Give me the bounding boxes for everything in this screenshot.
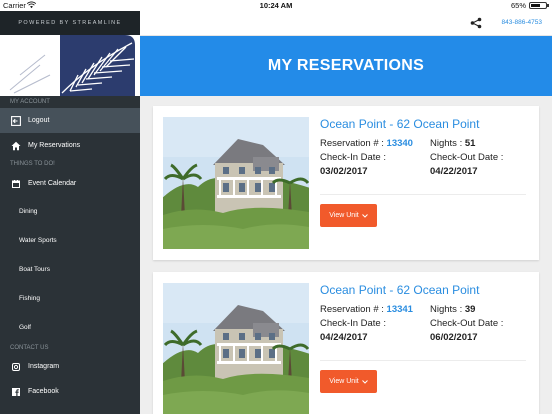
checkout-date: 06/02/2017 [430,332,478,343]
checkin-date: 04/24/2017 [320,332,368,343]
sidebar-item-boat-tours[interactable]: Boat Tours [0,255,140,284]
sidebar-item-label: Dining [19,208,38,215]
chevron-down-icon [361,379,368,384]
sidebar-item-label: Logout [28,117,50,124]
reservation-card: Ocean Point - 62 Ocean Point Reservation… [153,272,539,414]
sidebar-item-label: Facebook [28,388,59,395]
section-contact-us: CONTACT US [10,345,49,351]
property-title[interactable]: Ocean Point - 62 Ocean Point [320,283,526,297]
reservation-field: Reservation # : 13340 [320,137,430,151]
reservation-number-label: Reservation # : [320,138,384,149]
sidebar-item-my-reservations[interactable]: My Reservations [0,133,140,158]
sidebar-item-event-calendar[interactable]: Event Calendar [0,170,140,197]
powered-by-banner: POWERED BY STREAMLINE [0,11,140,35]
nights-field: Nights : 51 [430,137,475,151]
nights-field: Nights : 39 [430,303,475,317]
sidebar-item-label: Instagram [28,363,60,370]
sidebar-item-label: Boat Tours [19,266,50,273]
date-values-row: 03/02/2017 04/22/2017 [320,165,526,179]
nights-label: Nights : [430,138,463,149]
reservation-info: Ocean Point - 62 Ocean Point Reservation… [320,117,526,179]
reservation-row: Reservation # : 13340 Nights : 51 [320,137,526,151]
reservation-number-label: Reservation # : [320,304,384,315]
checkout-label: Check-Out Date : [430,318,504,329]
sidebar: POWERED BY STREAMLINE MY ACCOUNT Logout [0,11,140,414]
reservation-number: 13340 [386,138,413,149]
sidebar-item-dining[interactable]: Dining [0,197,140,226]
view-unit-button[interactable]: View Unit [320,370,377,393]
checkin-label: Check-In Date : [320,318,386,329]
card-divider [320,360,526,361]
nights-value: 51 [464,138,476,149]
sidebar-item-fishing[interactable]: Fishing [0,284,140,313]
view-unit-label: View Unit [329,212,359,219]
sidebar-item-label: Event Calendar [28,180,77,187]
logout-icon [10,115,21,126]
date-labels-row: Check-In Date : Check-Out Date : [320,151,526,165]
view-unit-label: View Unit [329,378,359,385]
checkout-date: 04/22/2017 [430,166,478,177]
nights-value: 39 [464,304,476,315]
chevron-down-icon [361,213,368,218]
sidebar-item-label: My Reservations [28,142,81,149]
sidebar-item-label: Golf [19,324,31,331]
sidebar-hero-image [0,35,140,96]
sidebar-item-instagram[interactable]: Instagram [0,354,140,379]
battery-percentage: 65% [510,1,526,10]
status-bar: Carrier 10:24 AM 65% [0,0,552,11]
view-unit-button[interactable]: View Unit [320,204,377,227]
sidebar-item-label: Water Sports [19,237,57,244]
clock: 10:24 AM [259,1,293,10]
palm-leaf-illustration [0,35,140,96]
reservation-card: Ocean Point - 62 Ocean Point Reservation… [153,106,539,260]
reservations-list: Ocean Point - 62 Ocean Point Reservation… [140,96,552,414]
sidebar-item-facebook[interactable]: Facebook [0,379,140,404]
date-labels-row: Check-In Date : Check-Out Date : [320,317,526,331]
property-photo [163,117,309,249]
property-title[interactable]: Ocean Point - 62 Ocean Point [320,117,526,131]
facebook-icon [10,386,21,397]
section-things-to-do: THINGS TO DO! [10,161,55,167]
sidebar-item-water-sports[interactable]: Water Sports [0,226,140,255]
calendar-icon [10,178,21,189]
reservation-row: Reservation # : 13341 Nights : 39 [320,303,526,317]
card-divider [320,194,526,195]
battery-icon [529,2,549,9]
checkout-label: Check-Out Date : [430,152,504,163]
battery-fill [531,4,541,7]
section-my-account: MY ACCOUNT [10,99,50,105]
property-photo [163,283,309,414]
home-icon [10,140,21,151]
sidebar-item-golf[interactable]: Golf [0,313,140,342]
phone-link[interactable]: 843-886-4753 [502,19,542,26]
sidebar-item-label: Fishing [19,295,40,302]
page-title-banner: MY RESERVATIONS [140,36,552,96]
page-title: MY RESERVATIONS [267,57,425,74]
checkin-label: Check-In Date : [320,152,386,163]
nights-label: Nights : [430,304,463,315]
sidebar-item-logout[interactable]: Logout [0,108,140,133]
checkin-date: 03/02/2017 [320,166,368,177]
date-values-row: 04/24/2017 06/02/2017 [320,331,526,345]
instagram-icon [10,361,21,372]
top-nav-bar: 843-886-4753 [140,11,552,36]
reservation-field: Reservation # : 13341 [320,303,430,317]
share-icon[interactable] [470,17,482,29]
reservation-info: Ocean Point - 62 Ocean Point Reservation… [320,283,526,345]
reservation-number: 13341 [386,304,413,315]
